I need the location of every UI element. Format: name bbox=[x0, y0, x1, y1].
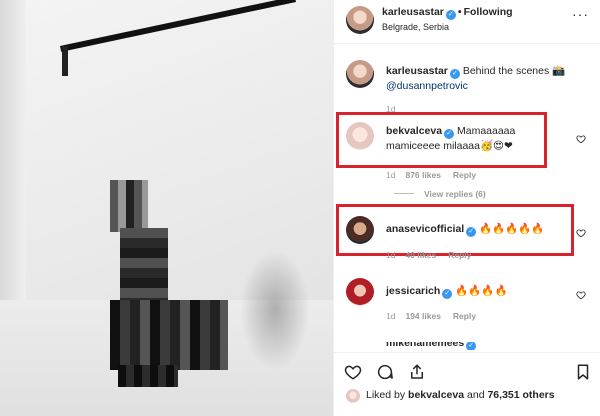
avatar[interactable] bbox=[346, 122, 374, 150]
comment-username[interactable]: bekvalceva bbox=[386, 125, 442, 137]
location-link[interactable]: Belgrade, Serbia bbox=[382, 22, 449, 32]
comment-body: 🔥🔥🔥🔥 bbox=[455, 285, 508, 297]
post-photo[interactable] bbox=[0, 0, 333, 416]
liked-by-others[interactable]: 76,351 others bbox=[487, 389, 554, 401]
caption-avatar[interactable] bbox=[346, 60, 374, 88]
comment: anasevicofficial ✓ 🔥🔥🔥🔥🔥 bbox=[386, 222, 571, 237]
comment-likes[interactable]: 876 likes bbox=[405, 170, 440, 180]
header-username[interactable]: karleusastar bbox=[382, 6, 444, 18]
action-bar bbox=[334, 352, 600, 382]
avatar[interactable] bbox=[346, 278, 374, 306]
save-bookmark-icon[interactable] bbox=[574, 363, 592, 381]
caption-username[interactable]: karleusastar bbox=[386, 65, 448, 77]
verified-badge-icon: ✓ bbox=[466, 227, 477, 237]
view-replies-label: View replies (6) bbox=[424, 189, 486, 199]
comment-meta: 1d 40 likes Reply bbox=[386, 250, 471, 260]
caption: karleusastar ✓ Behind the scenes 📸 @dusan… bbox=[386, 64, 596, 93]
divider-line bbox=[394, 193, 414, 194]
light-rail bbox=[60, 0, 297, 52]
liked-by-and: and bbox=[467, 389, 485, 401]
liked-by-line: Liked by bekvalceva and 76,351 others bbox=[366, 389, 555, 401]
comment: mikenamemees ✓ bbox=[386, 342, 571, 350]
like-heart-icon[interactable] bbox=[576, 290, 586, 303]
verified-badge-icon: ✓ bbox=[466, 342, 477, 350]
pixelated-figure bbox=[100, 180, 230, 390]
comment-username[interactable]: mikenamemees bbox=[386, 342, 464, 349]
like-heart-icon[interactable] bbox=[576, 228, 586, 241]
liker-avatar[interactable] bbox=[346, 389, 360, 403]
avatar[interactable] bbox=[346, 6, 374, 34]
avatar[interactable] bbox=[346, 216, 374, 244]
reply-button[interactable]: Reply bbox=[453, 170, 476, 180]
following-button[interactable]: Following bbox=[464, 6, 513, 18]
separator-dot: • bbox=[457, 6, 462, 18]
comment-username[interactable]: jessicarich bbox=[386, 285, 440, 297]
comment-likes[interactable]: 40 likes bbox=[405, 250, 436, 260]
comment-likes[interactable]: 194 likes bbox=[405, 311, 440, 321]
header-user-line: karleusastar ✓ • Following bbox=[382, 6, 513, 20]
reply-button[interactable]: Reply bbox=[453, 311, 476, 321]
figure-feet bbox=[118, 365, 178, 387]
caption-text: karleusastar ✓ Behind the scenes 📸 @dusan… bbox=[386, 64, 596, 93]
comment-meta: 1d 194 likes Reply bbox=[386, 311, 476, 321]
comment-body: 🔥🔥🔥🔥🔥 bbox=[479, 223, 545, 235]
verified-badge-icon: ✓ bbox=[445, 10, 456, 20]
verified-badge-icon: ✓ bbox=[449, 69, 460, 79]
verified-badge-icon: ✓ bbox=[444, 129, 455, 139]
post-header: karleusastar ✓ • Following Belgrade, Serbia… bbox=[334, 0, 600, 44]
comment: jessicarich ✓ 🔥🔥🔥🔥 bbox=[386, 284, 571, 299]
comment-meta: 1d 876 likes Reply bbox=[386, 170, 476, 180]
figure-torso bbox=[120, 228, 168, 308]
comment-bubble-icon[interactable] bbox=[376, 363, 394, 381]
like-heart-icon[interactable] bbox=[344, 363, 362, 381]
comment-username[interactable]: anasevicofficial bbox=[386, 223, 464, 235]
caption-mention[interactable]: @dusannpetrovic bbox=[386, 80, 468, 92]
verified-badge-icon: ✓ bbox=[442, 289, 453, 299]
figure-head bbox=[110, 180, 148, 232]
comment-age: 1d bbox=[386, 170, 396, 180]
figure-legs bbox=[110, 300, 228, 370]
share-icon[interactable] bbox=[408, 363, 426, 381]
comment: bekvalceva ✓ Mamaaaaaa mamiceeee milaaaa🥳… bbox=[386, 124, 566, 153]
comment-text: anasevicofficial ✓ 🔥🔥🔥🔥🔥 bbox=[386, 222, 571, 237]
comment-age: 1d bbox=[386, 311, 396, 321]
view-replies-button[interactable]: View replies (6) bbox=[394, 189, 486, 199]
figure-shadow bbox=[240, 250, 310, 370]
comment-age: 1d bbox=[386, 250, 396, 260]
like-heart-icon[interactable] bbox=[576, 134, 586, 147]
more-dots-icon[interactable]: ··· bbox=[572, 6, 589, 22]
comment-text: bekvalceva ✓ Mamaaaaaa mamiceeee milaaaa🥳… bbox=[386, 124, 566, 153]
light-pole bbox=[62, 46, 68, 76]
comment-text: jessicarich ✓ 🔥🔥🔥🔥 bbox=[386, 284, 571, 299]
post-side-panel: karleusastar ✓ • Following Belgrade, Serbia… bbox=[333, 0, 600, 416]
liked-by-prefix: Liked by bbox=[366, 389, 406, 401]
comment-text: mikenamemees ✓ bbox=[386, 342, 571, 350]
liked-by-user[interactable]: bekvalceva bbox=[408, 389, 464, 401]
caption-body: Behind the scenes 📸 bbox=[462, 65, 566, 77]
reply-button[interactable]: Reply bbox=[448, 250, 471, 260]
